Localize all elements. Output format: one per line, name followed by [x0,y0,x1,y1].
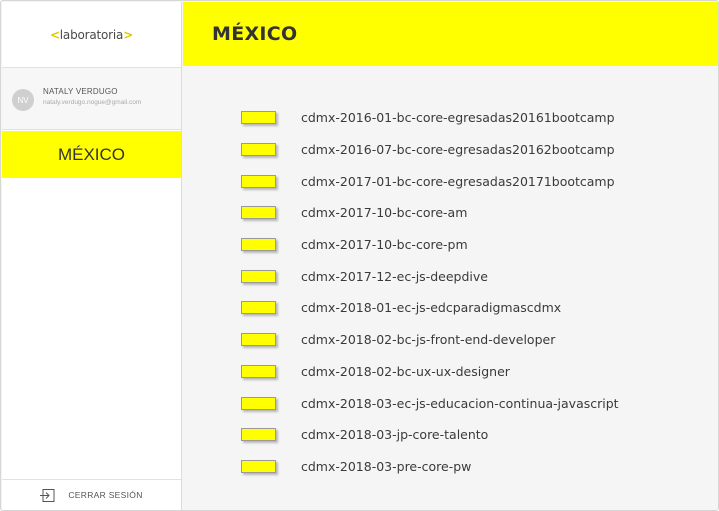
laboratoria-logo[interactable]: <laboratoria> [50,28,133,42]
cohort-label: cdmx-2018-03-jp-core-talento [301,427,489,443]
folder-icon [241,143,276,157]
list-item[interactable]: cdmx-2018-02-bc-js-front-end-developer [241,324,619,356]
page-header: MÉXICO [183,2,718,66]
sidebar: <laboratoria> NV NATALY VERDUGO nataly.v… [2,2,182,510]
logo-container: <laboratoria> [2,2,181,68]
folder-icon [241,333,276,347]
cohort-label: cdmx-2018-03-pre-core-pw [301,458,472,474]
cohort-label: cdmx-2017-10-bc-core-am [301,205,468,221]
user-name: NATALY VERDUGO [43,87,118,96]
logout-button[interactable]: CERRAR SESIÓN [2,479,181,510]
folder-icon [241,174,276,188]
page-title: MÉXICO [212,23,298,45]
cohort-label: cdmx-2018-02-bc-js-front-end-developer [301,332,556,348]
folder-icon [241,428,276,442]
list-item[interactable]: cdmx-2016-01-bc-core-egresadas20161bootc… [241,102,619,134]
list-item[interactable]: cdmx-2017-12-ec-js-deepdive [241,260,619,292]
list-item[interactable]: cdmx-2018-03-ec-js-educacion-continua-ja… [241,387,619,419]
folder-icon [241,301,276,315]
folder-icon [241,459,276,473]
list-item[interactable]: cdmx-2017-10-bc-core-am [241,197,619,229]
app-window: <laboratoria> NV NATALY VERDUGO nataly.v… [0,0,719,511]
list-item[interactable]: cdmx-2017-01-bc-core-egresadas20171bootc… [241,165,619,197]
cohort-label: cdmx-2017-12-ec-js-deepdive [301,268,488,284]
folder-icon [241,111,276,125]
cohort-list: cdmx-2016-01-bc-core-egresadas20161bootc… [241,102,619,482]
logout-icon [40,488,55,502]
folder-icon [241,238,276,252]
user-profile: NV NATALY VERDUGO nataly.verdugo.nogue@g… [2,68,181,130]
logout-label: CERRAR SESIÓN [68,490,143,500]
list-item[interactable]: cdmx-2016-07-bc-core-egresadas20162bootc… [241,134,619,166]
user-email: nataly.verdugo.nogue@gmail.com [43,99,142,106]
folder-icon [241,206,276,220]
cohort-label: cdmx-2017-01-bc-core-egresadas20171bootc… [301,173,615,189]
cohort-label: cdmx-2018-02-bc-ux-ux-designer [301,363,510,379]
list-item[interactable]: cdmx-2018-01-ec-js-edcparadigmascdmx [241,292,619,324]
cohort-label: cdmx-2018-03-ec-js-educacion-continua-ja… [301,395,619,411]
folder-icon [241,396,276,410]
list-item[interactable]: cdmx-2018-03-jp-core-talento [241,419,619,451]
cohort-label: cdmx-2016-01-bc-core-egresadas20161bootc… [301,110,615,126]
main-content: cdmx-2016-01-bc-core-egresadas20161bootc… [183,66,718,510]
folder-icon [241,364,276,378]
sidebar-item-mexico[interactable]: MÉXICO [2,131,181,178]
list-item[interactable]: cdmx-2017-10-bc-core-pm [241,229,619,261]
folder-icon [241,269,276,283]
list-item[interactable]: cdmx-2018-02-bc-ux-ux-designer [241,356,619,388]
list-item[interactable]: cdmx-2018-03-pre-core-pw [241,451,619,483]
cohort-label: cdmx-2018-01-ec-js-edcparadigmascdmx [301,300,562,316]
cohort-label: cdmx-2017-10-bc-core-pm [301,237,468,253]
avatar: NV [12,89,34,111]
cohort-label: cdmx-2016-07-bc-core-egresadas20162bootc… [301,142,615,158]
